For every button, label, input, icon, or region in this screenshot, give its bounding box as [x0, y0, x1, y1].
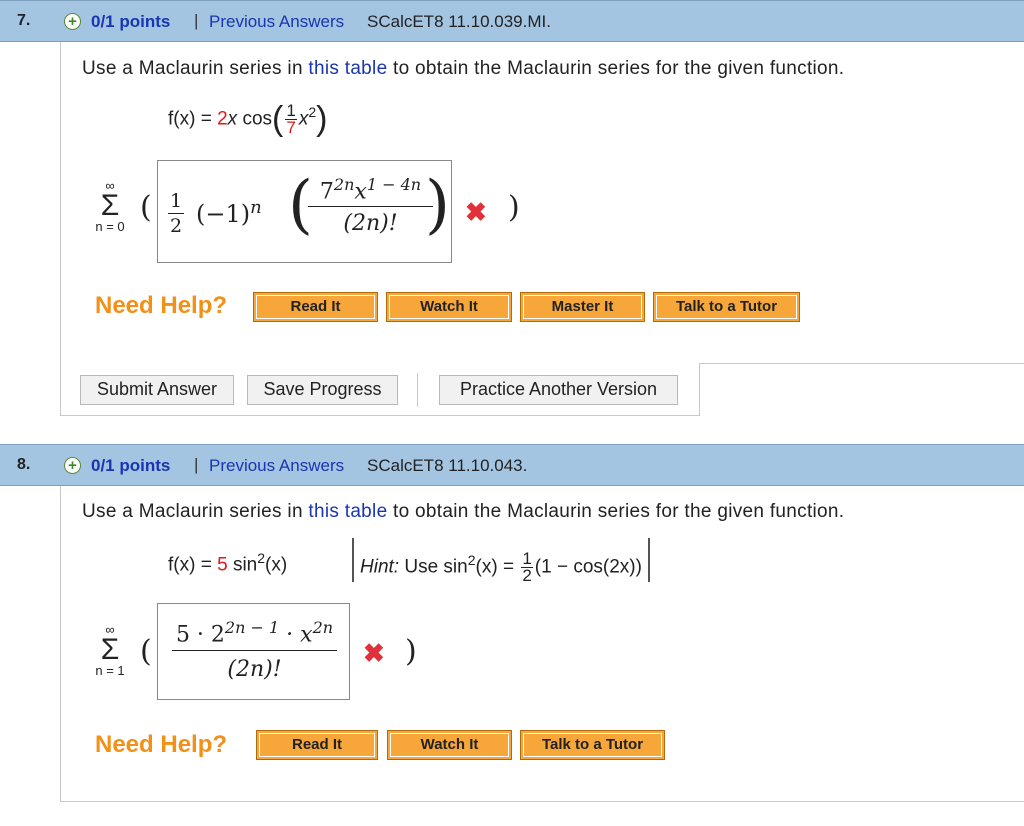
incorrect-x-icon: ✖ [363, 638, 385, 668]
points-score: 0/1 points [91, 456, 171, 475]
previous-answers-link[interactable]: Previous Answers [209, 456, 344, 476]
expand-plus-icon[interactable]: + [64, 13, 81, 30]
expand-plus-icon[interactable]: + [64, 457, 81, 474]
watch-it-button[interactable]: Watch It [386, 292, 512, 322]
submit-answer-button[interactable]: Submit Answer [80, 375, 234, 405]
answer-box[interactable]: 1 2 (−1)n ( 72nx1 − 4n (2n)! ) [157, 160, 452, 263]
question-number: 8. [17, 456, 31, 473]
question-7-step-border [699, 363, 1024, 364]
this-table-link[interactable]: this table [308, 58, 387, 79]
need-help-label: Need Help? [95, 731, 228, 758]
answer-box[interactable]: 5 · 22n − 1 · x2n (2n)! [157, 603, 350, 700]
save-progress-button[interactable]: Save Progress [247, 375, 398, 405]
open-paren: ( [140, 190, 152, 225]
question-8-bottom-border [60, 801, 1024, 802]
summation-symbol: ∞ Σ n = 0 [95, 178, 125, 234]
summation-symbol: ∞ Σ n = 1 [95, 622, 125, 678]
practice-another-version-button[interactable]: Practice Another Version [439, 375, 678, 405]
close-paren: ) [508, 190, 520, 225]
question-prompt: Use a Maclaurin series in this table to … [82, 501, 845, 522]
talk-to-a-tutor-button[interactable]: Talk to a Tutor [520, 730, 665, 760]
problem-code: SCalcET8 11.10.043. [367, 456, 528, 475]
question-8-header: 8. + 0/1 points | Previous Answers SCalc… [0, 444, 1024, 486]
master-it-button[interactable]: Master It [520, 292, 645, 322]
problem-code: SCalcET8 11.10.039.MI. [367, 12, 551, 31]
need-help-label: Need Help? [95, 292, 228, 319]
hint-text: Hint: Use sin2(x) = 1 2 (1 − cos(2x)) [352, 538, 650, 584]
this-table-link[interactable]: this table [308, 501, 387, 522]
close-paren: ) [405, 634, 417, 669]
read-it-button[interactable]: Read It [253, 292, 378, 322]
points-score: 0/1 points [91, 12, 171, 31]
previous-answers-link[interactable]: Previous Answers [209, 12, 344, 32]
incorrect-x-icon: ✖ [465, 197, 487, 227]
question-prompt: Use a Maclaurin series in this table to … [82, 58, 845, 79]
question-7-right-border [699, 364, 700, 416]
open-paren: ( [140, 634, 152, 669]
given-function: f(x) = 2x cos(1 7 x2) [168, 100, 328, 138]
question-number: 7. [17, 12, 31, 29]
question-7-header: 7. + 0/1 points | Previous Answers SCalc… [0, 0, 1024, 42]
talk-to-a-tutor-button[interactable]: Talk to a Tutor [653, 292, 800, 322]
watch-it-button[interactable]: Watch It [387, 730, 512, 760]
given-function: f(x) = 5 sin2(x) [168, 550, 288, 576]
read-it-button[interactable]: Read It [256, 730, 378, 760]
header-separator: | [194, 455, 199, 474]
button-divider [417, 373, 418, 407]
question-7-bottom-border [60, 415, 700, 416]
header-separator: | [194, 11, 199, 30]
